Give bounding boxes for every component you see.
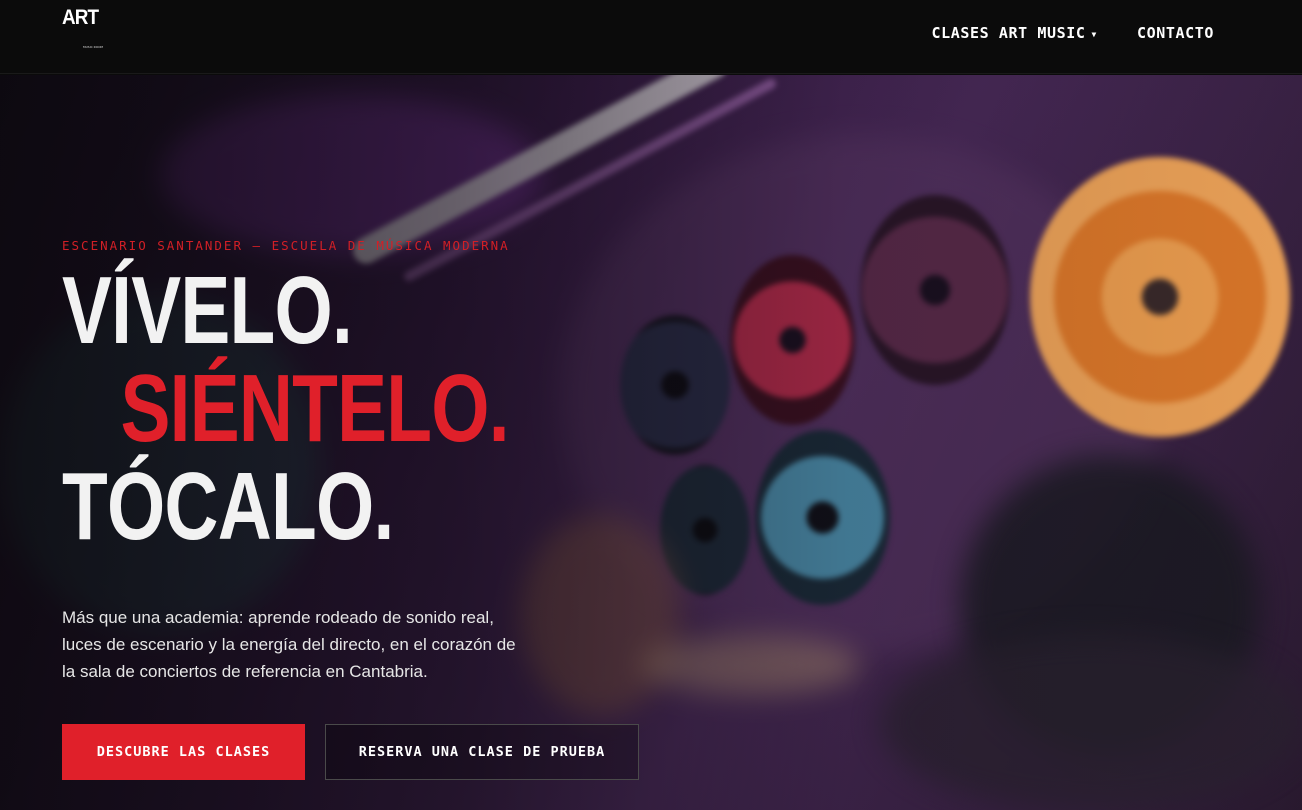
- main-nav: CLASES ART MUSIC ▼ CONTACTO: [931, 24, 1214, 42]
- headline-line-2: SIÉNTELO.: [120, 355, 510, 462]
- site-header: ART MUSIC ROOM CLASES ART MUSIC ▼ CONTAC…: [0, 0, 1302, 74]
- site-logo[interactable]: ART MUSIC ROOM: [62, 6, 106, 52]
- nav-item-contacto-label: CONTACTO: [1136, 24, 1214, 42]
- hero-headline: VÍVELO. SIÉNTELO. TÓCALO.: [62, 257, 510, 560]
- headline-line-1: VÍVELO.: [62, 257, 353, 364]
- logo-subtext: MUSIC ROOM: [83, 45, 104, 49]
- nav-item-clases[interactable]: CLASES ART MUSIC ▼: [931, 24, 1097, 42]
- hero-eyebrow: ESCENARIO SANTANDER — ESCUELA DE MÚSICA …: [62, 238, 510, 253]
- hero-description: Más que una academia: aprende rodeado de…: [62, 608, 516, 681]
- chevron-down-icon: ▼: [1091, 29, 1097, 39]
- nav-item-contacto[interactable]: CONTACTO: [1137, 24, 1214, 42]
- headline-line-3: TÓCALO.: [62, 453, 394, 560]
- logo-text: ART: [62, 6, 99, 29]
- nav-item-clases-label: CLASES ART MUSIC: [931, 24, 1086, 42]
- discover-classes-button[interactable]: DESCUBRE LAS CLASES: [62, 724, 305, 780]
- book-trial-class-button[interactable]: RESERVA UNA CLASE DE PRUEBA: [325, 724, 639, 780]
